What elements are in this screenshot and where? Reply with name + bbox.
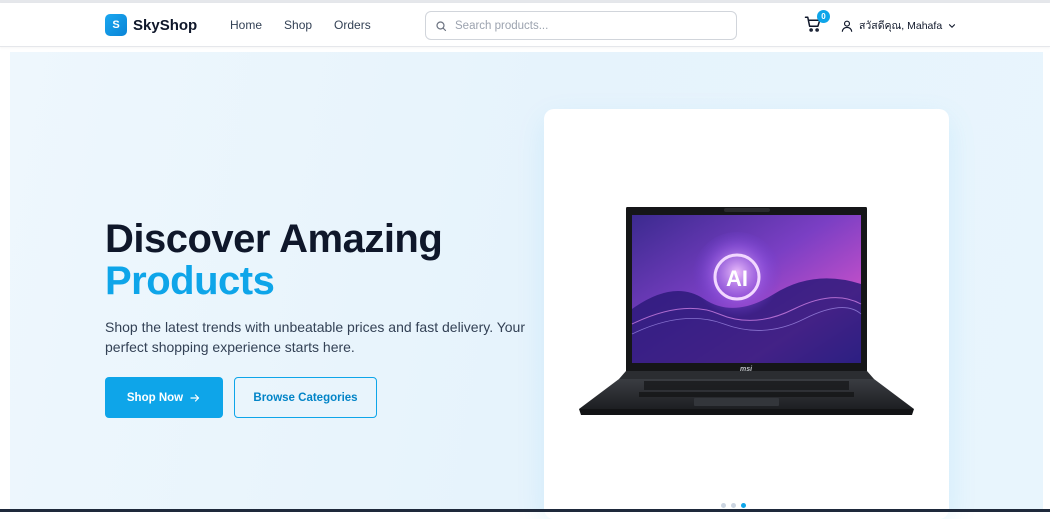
shop-now-button[interactable]: Shop Now — [105, 377, 223, 418]
hero-title: Discover Amazing Products — [105, 217, 443, 303]
cart-button[interactable]: 0 — [804, 10, 830, 35]
carousel-dot-2[interactable] — [731, 503, 736, 508]
arrow-right-icon — [190, 393, 200, 402]
cart-count-badge: 0 — [817, 10, 830, 23]
carousel-dot-3[interactable] — [741, 503, 746, 508]
user-menu[interactable]: สวัสดีคุณ, Mahafa — [840, 17, 957, 34]
navbar: S SkyShop Home Shop Orders 0 สวัสดีคุณ, … — [0, 3, 1050, 47]
hero-subtitle: Shop the latest trends with unbeatable p… — [105, 319, 526, 355]
hero-title-line1: Discover Amazing — [105, 217, 443, 261]
hero-title-accent: Products — [105, 259, 275, 303]
nav-home[interactable]: Home — [230, 18, 262, 32]
brand-name: SkyShop — [133, 16, 198, 34]
carousel-dot-1[interactable] — [721, 503, 726, 508]
browse-categories-label: Browse Categories — [253, 391, 358, 404]
laptop-brand-text: msi — [740, 366, 753, 373]
search-bar — [425, 11, 737, 40]
nav-orders[interactable]: Orders — [334, 18, 371, 32]
user-greeting: สวัสดีคุณ, Mahafa — [859, 20, 943, 32]
laptop-screen-text: AI — [726, 266, 748, 291]
shop-now-label: Shop Now — [126, 391, 184, 404]
featured-product-card[interactable]: AI msi — [544, 109, 949, 519]
search-input[interactable] — [455, 19, 725, 32]
nav-shop[interactable]: Shop — [284, 18, 312, 32]
page-gutter — [1043, 52, 1050, 512]
laptop-image: AI msi — [579, 207, 914, 415]
chevron-down-icon — [949, 23, 956, 28]
brand-logo-icon: S — [105, 14, 127, 36]
search-icon — [436, 20, 447, 31]
user-icon — [841, 20, 853, 32]
main-nav: Home Shop Orders — [230, 18, 371, 32]
carousel-indicators — [721, 503, 746, 508]
brand-logo-link[interactable]: S SkyShop — [105, 14, 197, 36]
browse-categories-button[interactable]: Browse Categories — [234, 377, 377, 418]
